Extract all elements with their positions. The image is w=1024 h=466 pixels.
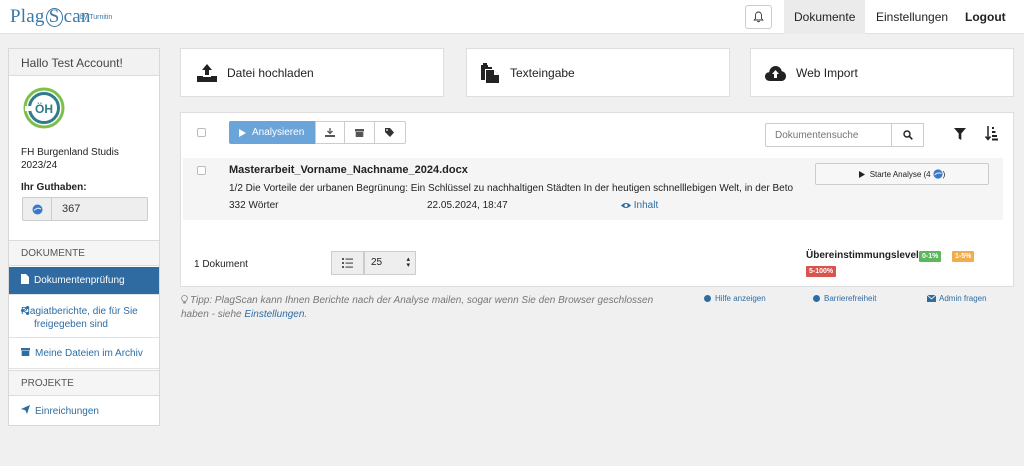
sidebar-greeting: Hallo Test Account! (9, 49, 159, 76)
play-icon (858, 170, 865, 178)
text-input-label: Texteingabe (510, 65, 575, 80)
accessibility-link[interactable]: Barrierefreiheit (813, 294, 876, 303)
eye-icon (621, 202, 631, 208)
nav-documents[interactable]: Dokumente (784, 0, 865, 34)
tags-icon (384, 128, 394, 137)
tip-text: Tipp: PlagScan kann Ihnen Berichte nach … (181, 294, 681, 322)
tip-settings-link[interactable]: Einstellungen (244, 309, 304, 320)
sidebar-item-document-check[interactable]: Dokumentenprüfung (9, 267, 159, 295)
sidebar-item-label: Meine Dateien im Archiv (35, 348, 143, 359)
cloud-upload-icon (765, 65, 786, 81)
search-button[interactable] (891, 123, 924, 147)
sort-button[interactable] (984, 126, 998, 144)
select-arrows-icon: ▴ ▾ (406, 256, 410, 269)
search-icon (902, 130, 913, 140)
envelope-icon (927, 295, 936, 302)
oh-logo: ÖH (23, 87, 65, 129)
archive-button[interactable] (344, 121, 375, 144)
organization-line1: FH Burgenland Studis (21, 147, 119, 158)
archive-icon (355, 128, 364, 137)
sidebar-item-label: Einreichungen (35, 405, 99, 417)
sidebar-item-label: Plagiatberichte, die für Sie freigegeben… (21, 306, 138, 330)
select-all-checkbox[interactable] (197, 128, 206, 137)
level-badge-low: 0-1% (919, 251, 942, 262)
level-badge-medium: 1-5% (952, 251, 975, 262)
lightbulb-icon (181, 295, 188, 304)
document-search-input[interactable] (765, 123, 892, 147)
archive-icon (21, 347, 30, 360)
credit-label: Ihr Guthaben: (21, 182, 87, 193)
analyze-label: Analysieren (252, 127, 305, 138)
sort-icon (984, 126, 998, 141)
start-analysis-button[interactable]: Starte Analyse (4 ) (815, 163, 989, 185)
upload-file-card[interactable]: Datei hochladen (180, 48, 444, 97)
tags-button[interactable] (374, 121, 406, 144)
info-icon (704, 295, 711, 302)
filter-icon (954, 128, 966, 140)
organization-line2: 2023/24 (21, 160, 58, 171)
top-navbar: Plag Scan by Turnitin Dokumente Einstellu… (0, 0, 1024, 34)
ask-admin-link[interactable]: Admin fragen (927, 294, 987, 303)
document-row[interactable]: Masterarbeit_Vorname_Nachname_2024.docx … (183, 158, 1003, 220)
sidebar-item-submissions[interactable]: Einreichungen (9, 397, 159, 425)
document-title[interactable]: Masterarbeit_Vorname_Nachname_2024.docx (229, 164, 468, 176)
tip-end: . (304, 309, 308, 320)
sidebar-item-archive[interactable]: Meine Dateien im Archiv (9, 339, 159, 369)
filter-button[interactable] (954, 128, 966, 143)
document-count: 1 Dokument (194, 259, 248, 270)
clipboard-icon (481, 62, 499, 83)
credit-coin-icon (933, 169, 943, 179)
list-icon (342, 258, 353, 268)
document-word-count: 332 Wörter (229, 200, 279, 211)
accessibility-icon (813, 295, 820, 302)
document-date: 22.05.2024, 18:47 (427, 200, 508, 211)
play-icon (239, 128, 246, 137)
sidebar: Hallo Test Account! ÖH FH Burgenland Stu… (8, 48, 160, 426)
page-size-select[interactable]: 25 ▴ ▾ (364, 251, 416, 275)
help-link[interactable]: Hilfe anzeigen (704, 294, 766, 303)
paper-plane-icon (21, 404, 30, 418)
start-analysis-label: Starte Analyse (4 (869, 169, 931, 179)
nav-settings[interactable]: Einstellungen (866, 0, 952, 34)
documents-panel: Analysieren Masterarbeit_Vorname_Nachnam… (180, 112, 1014, 287)
web-import-card[interactable]: Web Import (750, 48, 1014, 97)
download-icon (325, 128, 335, 137)
file-icon (21, 273, 29, 288)
notifications-button[interactable] (745, 5, 772, 29)
page-size-button[interactable] (331, 251, 364, 275)
sidebar-item-label: Dokumentenprüfung (34, 275, 125, 286)
accessibility-link-label: Barrierefreiheit (824, 294, 877, 303)
start-analysis-close: ) (942, 169, 946, 179)
help-link-label: Hilfe anzeigen (715, 294, 766, 303)
credit-value: 367 (62, 203, 81, 215)
logo-text-pre: Plag (10, 6, 45, 27)
upload-icon (197, 63, 217, 82)
bell-icon (753, 11, 764, 23)
logo-subtitle: by Turnitin (80, 14, 113, 21)
analyze-button[interactable]: Analysieren (229, 121, 315, 144)
text-input-card[interactable]: Texteingabe (466, 48, 730, 97)
content-link-label: Inhalt (633, 200, 659, 211)
document-snippet: 1/2 Die Vorteile der urbanen Begrünung: … (229, 183, 793, 194)
section-documents: DOKUMENTE (9, 240, 159, 266)
organization-name: FH Burgenland Studis 2023/24 (21, 146, 119, 172)
web-import-label: Web Import (796, 65, 858, 80)
oh-logo-text: ÖH (35, 101, 53, 116)
ask-admin-label: Admin fragen (939, 294, 987, 303)
level-badge-high: 5-100% (806, 266, 837, 277)
download-button[interactable] (315, 121, 345, 144)
credit-display: 367 (22, 197, 148, 221)
document-content-link[interactable]: Inhalt (621, 200, 658, 211)
nav-logout[interactable]: Logout (955, 0, 1015, 34)
upload-label: Datei hochladen (227, 65, 314, 80)
section-projects: PROJEKTE (9, 370, 159, 396)
plagscan-logo[interactable]: Plag Scan (10, 6, 91, 28)
document-checkbox[interactable] (197, 166, 206, 175)
match-level-label: Übereinstimmungslevel (806, 250, 919, 261)
page-size-value: 25 (371, 257, 383, 268)
credit-coin-icon (23, 198, 52, 220)
logo-text-s: S (45, 7, 63, 27)
sidebar-item-shared-reports[interactable]: Plagiatberichte, die für Sie freigegeben… (9, 296, 159, 338)
